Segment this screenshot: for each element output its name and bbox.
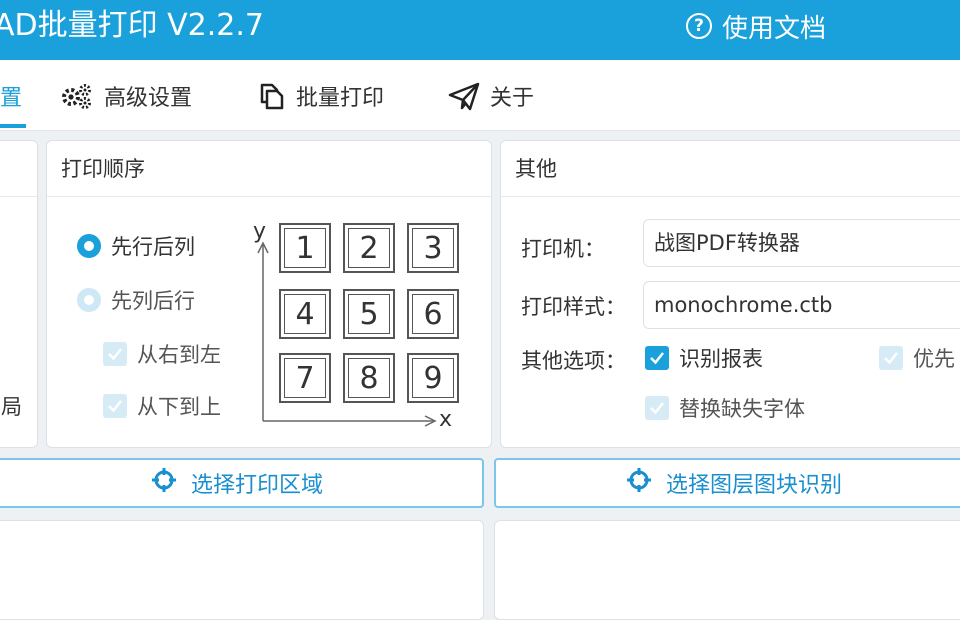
other-header: 其他 — [501, 141, 960, 197]
radio-row-first-label: 先行后列 — [111, 235, 195, 259]
check-priority[interactable]: 优先 — [879, 343, 955, 373]
radio-row-first-cols[interactable]: 先列后行 — [77, 285, 195, 315]
copy-files-icon — [256, 81, 286, 111]
print-order-panel: 打印顺序 先行后列 先列后行 从右到左 从下到上 y x 1 2 3 4 5 6… — [46, 140, 492, 448]
axis-x-label: x — [439, 407, 453, 432]
tab-batch-print[interactable]: 批量打印 — [256, 76, 384, 116]
left-panel-mark — [0, 374, 29, 380]
paper-plane-icon — [448, 81, 480, 111]
checkbox-right-to-left[interactable] — [103, 342, 127, 366]
select-layer-block-label: 选择图层图块识别 — [665, 473, 842, 498]
check-recognize-report[interactable]: 识别报表 — [645, 343, 763, 373]
print-area-list-panel — [0, 520, 484, 620]
tab-batch-print-label: 批量打印 — [296, 86, 385, 111]
printer-label: 打印机： — [521, 237, 605, 261]
check-right-to-left-label: 从右到左 — [137, 343, 221, 367]
left-panel-text: 局 — [1, 395, 22, 419]
radio-row-first-rows[interactable]: 先行后列 — [77, 231, 195, 261]
tab-bar: 置 高级设置 批量打印 关于 — [0, 60, 960, 131]
order-cell: 8 — [343, 353, 395, 403]
order-cell: 2 — [343, 223, 395, 273]
select-print-area-label: 选择打印区域 — [190, 473, 323, 498]
tab-about-label: 关于 — [490, 86, 535, 111]
checkbox-bottom-to-top[interactable] — [103, 394, 127, 418]
crosshair-icon — [151, 467, 177, 499]
order-cell: 5 — [343, 289, 395, 339]
print-style-select[interactable]: monochrome.ctb — [643, 281, 960, 329]
radio-col-first[interactable] — [77, 288, 101, 312]
select-print-area-button[interactable]: 选择打印区域 — [0, 458, 484, 508]
printer-select[interactable]: 战图PDF转换器 — [643, 219, 960, 267]
axis-y-label: y — [253, 219, 267, 244]
help-docs-label: 使用文档 — [722, 13, 827, 44]
order-cell: 4 — [279, 289, 331, 339]
gears-icon — [60, 82, 94, 110]
question-circle-icon: ? — [686, 13, 712, 39]
checkbox-replace-missing-font[interactable] — [645, 396, 669, 420]
left-panel-mark — [0, 431, 29, 441]
checkbox-priority[interactable] — [879, 346, 903, 370]
check-bottom-to-top-label: 从下到上 — [137, 395, 221, 419]
check-replace-missing-font[interactable]: 替换缺失字体 — [645, 393, 805, 423]
check-recognize-report-label: 识别报表 — [679, 347, 763, 371]
other-options-label: 其他选项： — [521, 349, 626, 373]
tab-advanced-settings[interactable]: 高级设置 — [60, 76, 192, 116]
order-cell: 6 — [407, 289, 459, 339]
checkbox-recognize-report[interactable] — [645, 346, 669, 370]
order-cell: 1 — [279, 223, 331, 273]
order-cell: 3 — [407, 223, 459, 273]
radio-col-first-label: 先列后行 — [111, 289, 195, 313]
tab-settings-label: 置 — [0, 86, 23, 111]
other-panel: 其他 打印机： 战图PDF转换器 打印样式： monochrome.ctb 其他… — [500, 140, 960, 448]
active-tab-indicator — [0, 124, 26, 128]
radio-row-first[interactable] — [77, 234, 101, 258]
select-layer-block-button[interactable]: 选择图层图块识别 — [494, 458, 960, 508]
print-order-header: 打印顺序 — [47, 141, 491, 197]
check-right-to-left[interactable]: 从右到左 — [103, 339, 221, 369]
tab-settings[interactable]: 置 — [0, 76, 22, 116]
left-panel-header — [0, 141, 37, 197]
order-cell: 7 — [279, 353, 331, 403]
title-bar: AD批量打印 V2.2.7 ? 使用文档 — [0, 0, 960, 60]
order-cell: 9 — [407, 353, 459, 403]
crosshair-icon — [626, 467, 652, 499]
check-replace-missing-font-label: 替换缺失字体 — [679, 397, 805, 421]
tab-about[interactable]: 关于 — [448, 76, 534, 116]
help-docs-link[interactable]: ? 使用文档 — [686, 8, 826, 44]
left-panel: 局 — [0, 140, 38, 448]
check-priority-label: 优先 — [913, 347, 955, 371]
layer-block-list-panel — [494, 520, 960, 620]
app-title: AD批量打印 V2.2.7 — [0, 8, 265, 43]
check-bottom-to-top[interactable]: 从下到上 — [103, 391, 221, 421]
tab-advanced-settings-label: 高级设置 — [104, 86, 193, 111]
print-style-label: 打印样式： — [521, 295, 626, 319]
